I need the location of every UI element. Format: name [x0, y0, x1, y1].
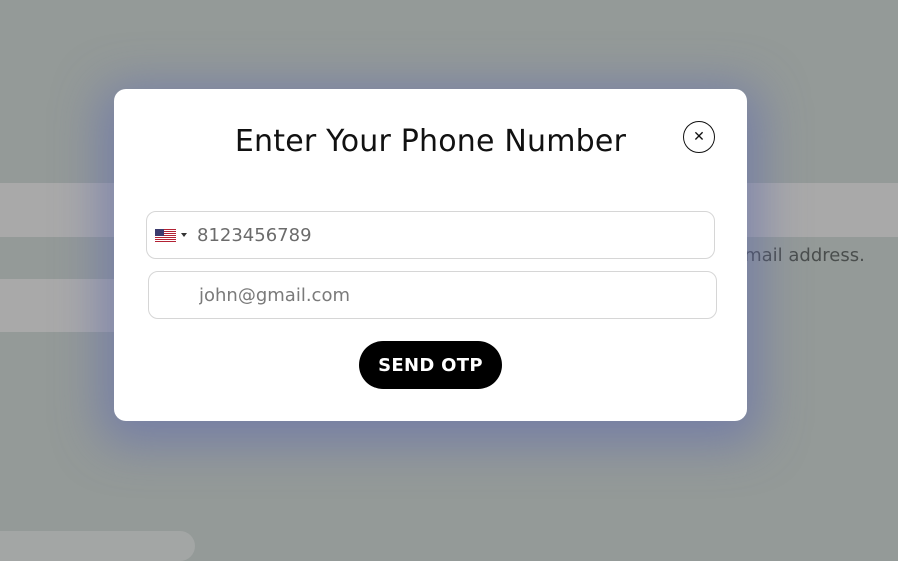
phone-field — [146, 211, 715, 259]
background-hint-text: email address. — [733, 245, 865, 266]
background-pill — [0, 531, 195, 561]
country-code-dropdown[interactable] — [155, 227, 193, 243]
email-input[interactable] — [199, 272, 699, 318]
email-field — [148, 271, 717, 319]
close-icon: ✕ — [693, 129, 705, 145]
phone-input[interactable] — [197, 212, 697, 258]
chevron-down-icon — [181, 233, 187, 237]
send-otp-button[interactable]: SEND OTP — [359, 341, 502, 389]
phone-number-modal: Enter Your Phone Number ✕ SEND OTP — [114, 89, 747, 421]
close-button[interactable]: ✕ — [683, 121, 715, 153]
us-flag-icon — [155, 228, 176, 242]
modal-title: Enter Your Phone Number — [234, 124, 627, 159]
